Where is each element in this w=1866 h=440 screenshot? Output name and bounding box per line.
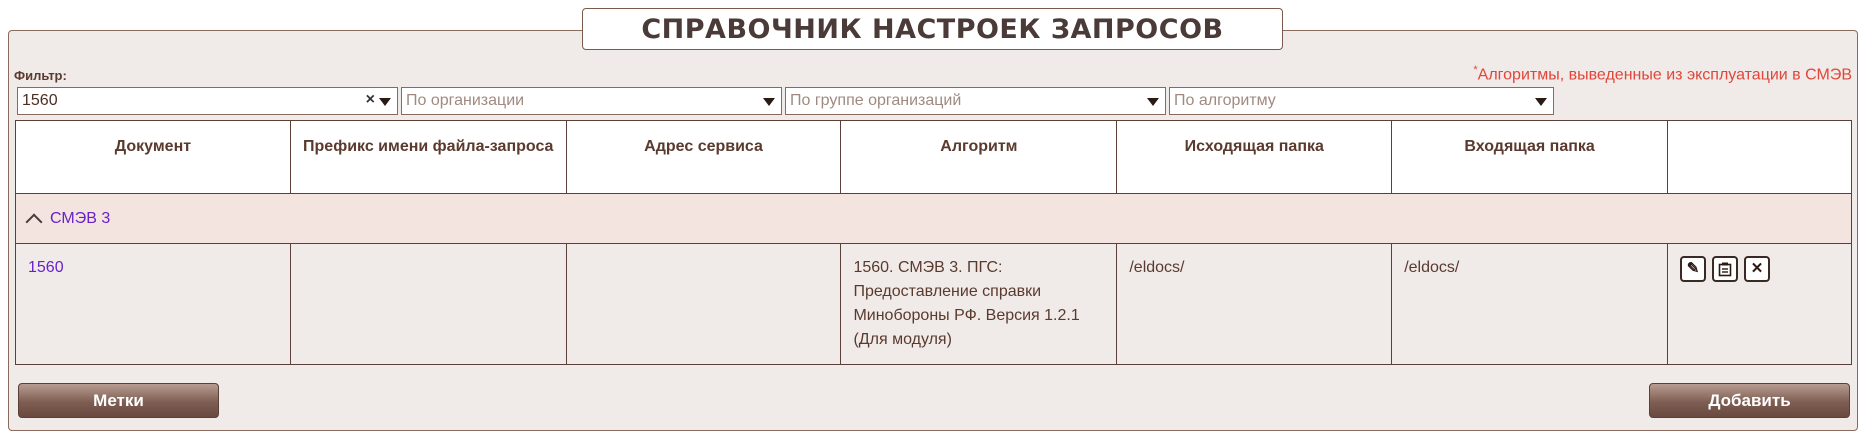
algorithm-cell: 1560. СМЭВ 3. ПГС: Предоставление справк… — [840, 243, 1118, 365]
column-header-document[interactable]: Документ — [15, 120, 291, 194]
column-header-prefix[interactable]: Префикс имени файла-запроса — [289, 120, 567, 194]
copy-icon[interactable] — [1712, 256, 1739, 282]
organization-filter[interactable]: По организации — [401, 87, 782, 115]
group-toggle[interactable]: СМЭВ 3 — [16, 210, 1851, 230]
delete-icon[interactable]: ✕ — [1744, 256, 1771, 282]
add-button[interactable]: Добавить — [1649, 383, 1850, 418]
table-row: 1560 1560. СМЭВ 3. ПГС: Предоставление с… — [15, 243, 1852, 365]
table-header-row: Документ Префикс имени файла-запроса Адр… — [15, 120, 1852, 194]
tags-button[interactable]: Метки — [18, 383, 219, 418]
address-cell — [565, 243, 842, 365]
filters-bar: 1560 × По организации По группе организа… — [17, 87, 1854, 115]
organization-filter-placeholder: По организации — [406, 92, 525, 109]
document-filter[interactable]: 1560 × — [17, 87, 398, 115]
group-row[interactable]: СМЭВ 3 — [15, 193, 1852, 244]
column-header-actions — [1667, 120, 1852, 194]
document-link[interactable]: 1560 — [28, 259, 64, 276]
column-header-algorithm[interactable]: Алгоритм — [840, 120, 1118, 194]
dropdown-arrow-icon[interactable] — [1147, 98, 1159, 106]
settings-table: Документ Префикс имени файла-запроса Адр… — [15, 120, 1852, 365]
decommissioned-note: *Алгоритмы, выведенные из эксплуатации в… — [1473, 64, 1852, 84]
out-folder-cell: /eldocs/ — [1116, 243, 1393, 365]
in-folder-cell: /eldocs/ — [1391, 243, 1669, 365]
column-header-out-folder[interactable]: Исходящая папка — [1116, 120, 1393, 194]
org-group-filter[interactable]: По группе организаций — [785, 87, 1166, 115]
document-filter-value: 1560 — [22, 92, 58, 109]
dropdown-arrow-icon[interactable] — [763, 98, 775, 106]
clear-icon[interactable]: × — [366, 91, 375, 109]
page-title: СПРАВОЧНИК НАСТРОЕК ЗАПРОСОВ — [582, 8, 1283, 50]
dropdown-arrow-icon[interactable] — [1535, 98, 1547, 106]
edit-icon[interactable]: ✎ — [1680, 256, 1707, 282]
chevron-up-icon[interactable] — [25, 213, 43, 230]
filter-label: Фильтр: — [14, 68, 67, 83]
column-header-in-folder[interactable]: Входящая папка — [1391, 120, 1669, 194]
actions-cell: ✎ ✕ — [1667, 243, 1852, 365]
algorithm-filter-placeholder: По алгоритму — [1174, 92, 1276, 109]
column-header-address[interactable]: Адрес сервиса — [565, 120, 842, 194]
org-group-filter-placeholder: По группе организаций — [790, 92, 962, 109]
prefix-cell — [289, 243, 567, 365]
group-label[interactable]: СМЭВ 3 — [50, 210, 110, 228]
dropdown-arrow-icon[interactable] — [379, 98, 391, 106]
algorithm-filter[interactable]: По алгоритму — [1169, 87, 1554, 115]
note-text: Алгоритмы, выведенные из эксплуатации в … — [1477, 66, 1852, 84]
